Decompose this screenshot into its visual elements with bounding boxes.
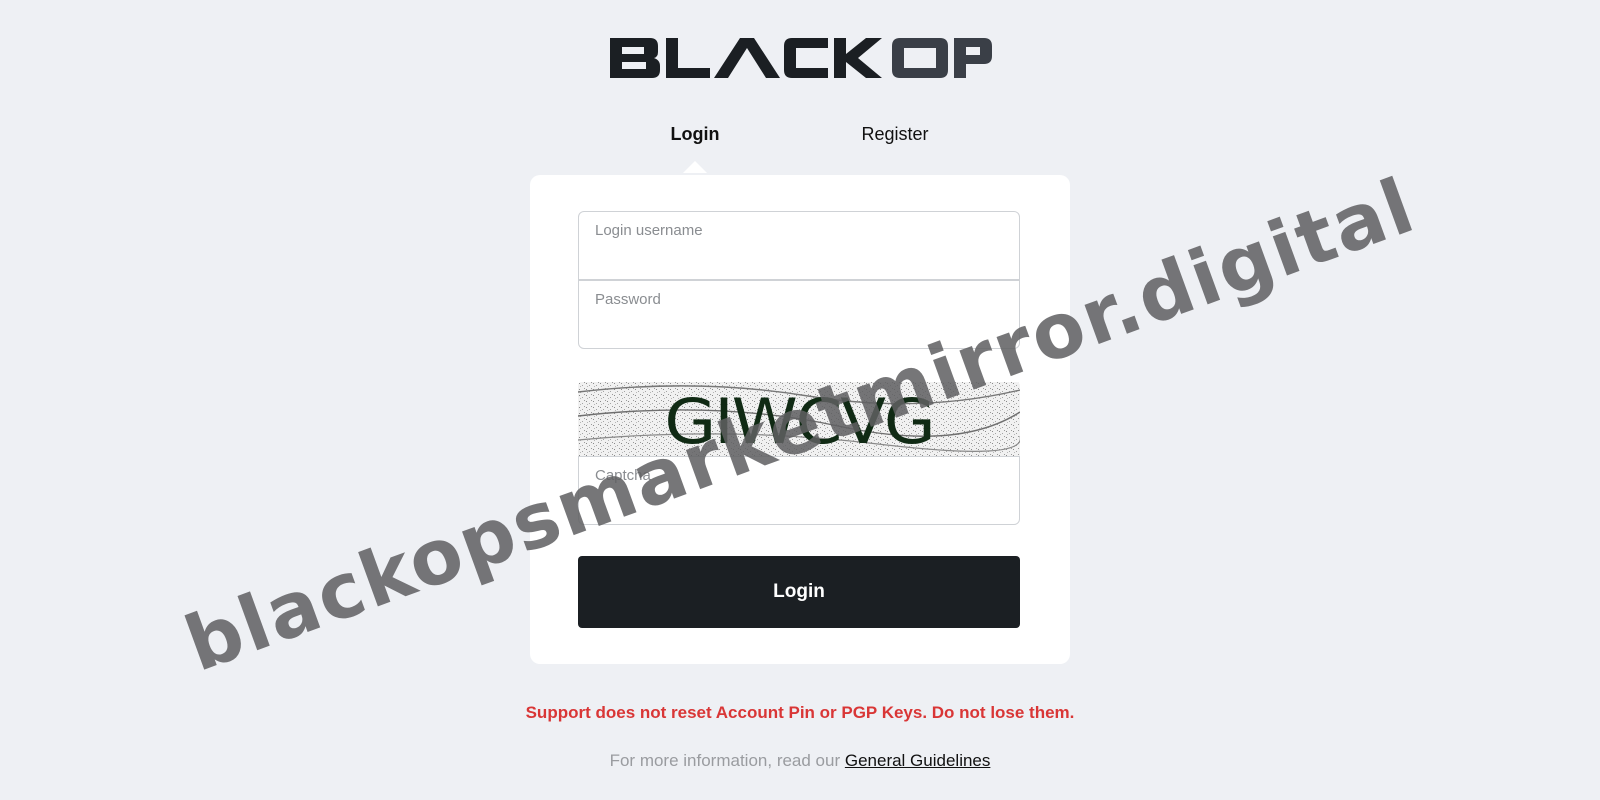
auth-tabs: Login Register <box>0 124 1600 174</box>
captcha-field-wrapper <box>578 456 1020 525</box>
tab-register[interactable]: Register <box>861 124 928 145</box>
captcha-image: GIWCVG <box>578 382 1020 456</box>
login-card: GIWCVG Login <box>530 175 1070 664</box>
general-guidelines-link[interactable]: General Guidelines <box>845 751 991 770</box>
captcha-input[interactable] <box>579 457 1019 524</box>
guidelines-prefix: For more information, read our <box>609 751 845 770</box>
black-ops-logo <box>610 38 992 78</box>
password-field-wrapper <box>578 280 1020 349</box>
guidelines-info: For more information, read our General G… <box>0 751 1600 771</box>
password-input[interactable] <box>579 281 1019 348</box>
active-tab-pointer <box>683 161 707 173</box>
tab-login[interactable]: Login <box>671 124 720 145</box>
support-warning: Support does not reset Account Pin or PG… <box>525 703 1075 722</box>
login-page: Login Register Login username GIWCVG Cap… <box>0 0 1600 800</box>
username-input[interactable] <box>579 212 1019 279</box>
username-field-wrapper <box>578 211 1020 280</box>
captcha-text: GIWCVG <box>664 386 933 456</box>
login-button[interactable]: Login <box>578 556 1020 628</box>
